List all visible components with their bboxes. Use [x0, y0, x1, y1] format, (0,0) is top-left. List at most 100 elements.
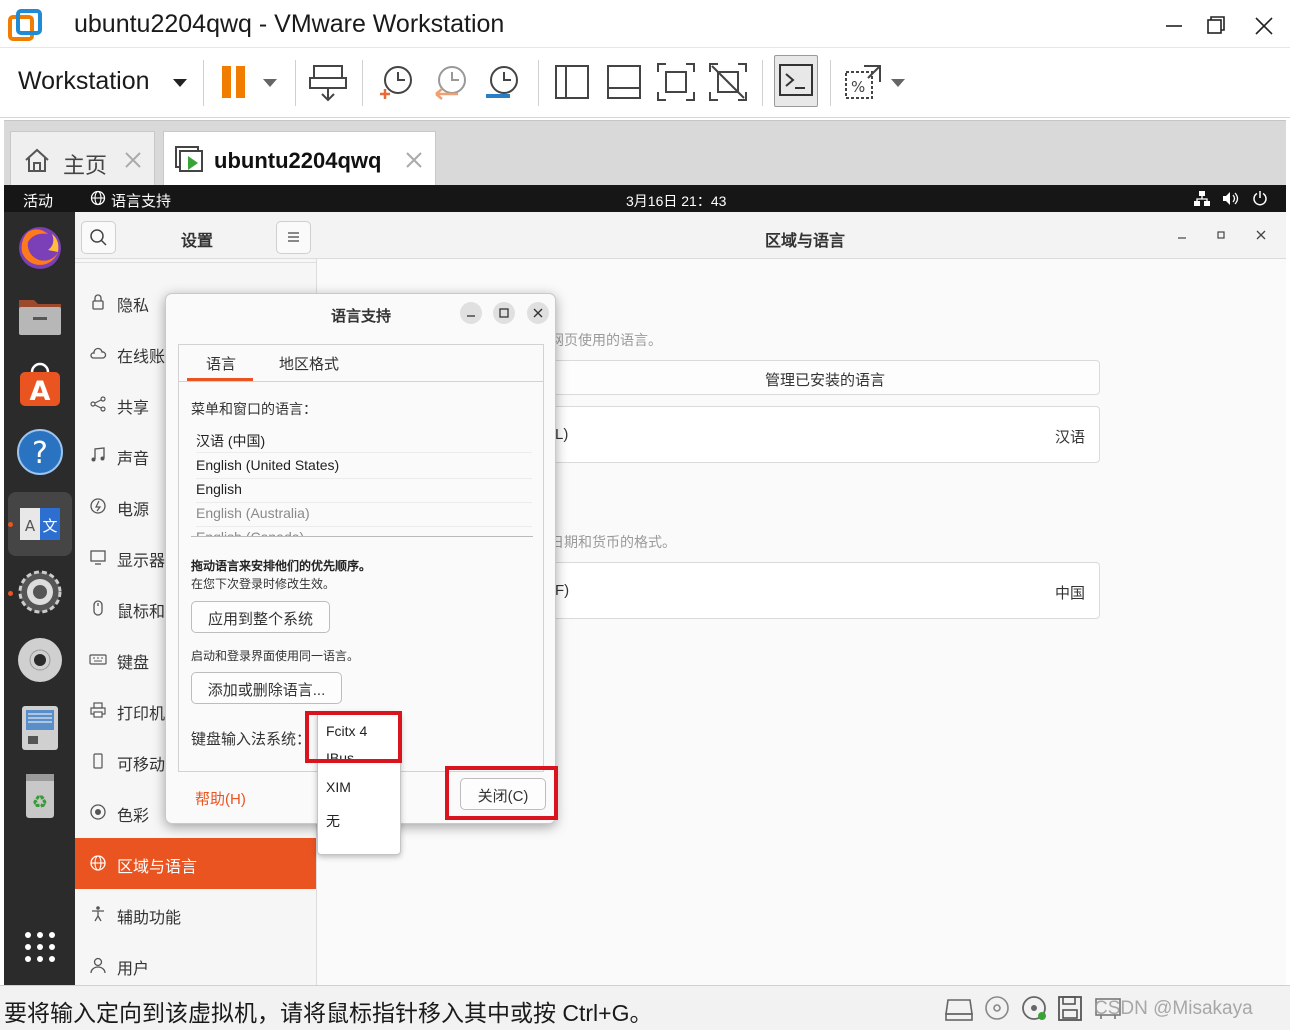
list-item[interactable]: English (United States) [196, 455, 532, 479]
menu-language-label: 菜单和窗口的语言： [191, 401, 317, 417]
cd-icon[interactable] [982, 994, 1012, 1022]
toolbar-divider [830, 60, 831, 106]
toolbar: Workstation % [0, 48, 1290, 118]
dvd-drive-icon[interactable] [1019, 994, 1049, 1022]
list-item[interactable]: 汉语 (中国) [196, 429, 532, 453]
formats-row-label: F) [555, 582, 570, 599]
close-icon[interactable] [527, 302, 549, 324]
send-ctrl-alt-del-icon[interactable] [306, 60, 350, 104]
chevron-down-icon[interactable] [172, 78, 188, 88]
thumbnail-bar-icon[interactable] [602, 60, 646, 104]
volume-icon[interactable] [1222, 191, 1240, 206]
option-none[interactable]: 无 [326, 811, 340, 831]
vm-display[interactable]: 活动 语言支持 3月16日 21：43 A ? A文 ♻ 设置 区域与语言 隐私… [4, 185, 1286, 985]
files-icon[interactable] [14, 290, 66, 342]
revert-snapshot-icon[interactable] [428, 60, 472, 104]
minimize-icon[interactable] [460, 302, 482, 324]
full-screen-icon[interactable] [654, 60, 698, 104]
tab-language[interactable]: 语言 [206, 353, 236, 374]
tab-home[interactable]: 主页 [10, 131, 155, 186]
language-support-icon[interactable]: A文 [14, 498, 66, 550]
console-view-icon[interactable] [774, 55, 818, 107]
help-icon[interactable]: ? [14, 426, 66, 478]
language-row[interactable]: L) 汉语 [550, 406, 1100, 463]
hard-disk-icon[interactable] [944, 994, 974, 1022]
minimize-icon[interactable] [1175, 228, 1189, 242]
drag-hint-sub: 在您下次登录时修改生效。 [191, 577, 336, 591]
toolbar-divider [362, 60, 363, 106]
watermark: CSDN @Misakaya [1094, 998, 1253, 1019]
take-snapshot-icon[interactable] [374, 60, 418, 104]
sidebar-item-label: 隐私 [117, 298, 150, 315]
sidebar-divider [75, 259, 316, 263]
stretch-guest-icon[interactable]: % [842, 60, 886, 104]
dialog-title: 语言支持 [331, 308, 392, 325]
toolbar-divider [762, 60, 763, 106]
show-library-icon[interactable] [550, 60, 594, 104]
language-description: 网页使用的语言。 [550, 332, 662, 348]
sidebar-item-label: 区域与语言 [117, 859, 198, 876]
status-bar: 要将输入定向到该虚拟机，请将鼠标指针移入其中或按 Ctrl+G。 CSDN @M… [0, 985, 1290, 1030]
restore-button[interactable] [1200, 10, 1232, 40]
power-icon [89, 497, 107, 515]
help-button[interactable]: 帮助(H) [195, 788, 246, 809]
list-item[interactable]: English (Canada) [196, 527, 532, 536]
window-title: ubuntu2204qwq - VMware Workstation [74, 10, 505, 38]
show-apps-icon[interactable] [23, 930, 57, 964]
menu-button[interactable] [276, 221, 311, 254]
network-icon[interactable] [1194, 191, 1210, 206]
install-remove-languages-button[interactable]: 添加或删除语言... [191, 672, 342, 704]
drive-icon[interactable] [14, 702, 66, 754]
sidebar-item-users[interactable]: 用户 [75, 940, 316, 985]
sidebar-item-region-language[interactable]: 区域与语言 [75, 838, 316, 889]
close-tab-icon[interactable] [404, 150, 424, 170]
sidebar-item-accessibility[interactable]: 辅助功能 [75, 889, 316, 940]
floppy-icon[interactable] [1055, 994, 1085, 1022]
pause-icon[interactable] [214, 60, 258, 104]
display-icon [89, 548, 107, 566]
music-note-icon [89, 446, 107, 464]
firefox-icon[interactable] [14, 222, 66, 274]
tab-label: 主页 [63, 153, 108, 178]
vm-play-icon [174, 144, 206, 176]
app-menu[interactable]: 语言支持 [111, 190, 171, 211]
ubuntu-top-bar: 活动 语言支持 3月16日 21：43 [4, 185, 1286, 212]
chevron-down-icon[interactable] [262, 78, 278, 88]
activities-button[interactable]: 活动 [23, 190, 53, 211]
toolbar-divider [203, 60, 204, 106]
list-item[interactable]: English (Australia) [196, 503, 532, 527]
chevron-down-icon[interactable] [890, 78, 906, 88]
toolbar-divider [538, 60, 539, 106]
unity-mode-icon[interactable] [706, 60, 750, 104]
tab-vm[interactable]: ubuntu2204qwq [163, 131, 436, 186]
option-xim[interactable]: XIM [326, 779, 351, 795]
list-item[interactable]: English [196, 479, 532, 503]
svg-text:%: % [851, 78, 865, 96]
clock[interactable]: 3月16日 21：43 [626, 191, 726, 211]
sidebar-item-label: 打印机 [117, 706, 166, 723]
dvd-icon[interactable] [14, 634, 66, 686]
snapshot-manager-icon[interactable] [480, 60, 524, 104]
apply-system-wide-button[interactable]: 应用到整个系统 [191, 601, 330, 633]
settings-icon[interactable] [14, 566, 66, 618]
status-message: 要将输入定向到该虚拟机，请将鼠标指针移入其中或按 Ctrl+G。 [4, 1000, 653, 1026]
language-value: 汉语 [1054, 429, 1085, 446]
minimize-button[interactable] [1158, 10, 1190, 40]
title-bar: ubuntu2204qwq - VMware Workstation [0, 0, 1290, 48]
power-icon[interactable] [1252, 190, 1268, 206]
maximize-icon[interactable] [1214, 228, 1228, 242]
search-button[interactable] [81, 221, 116, 254]
workstation-menu[interactable]: Workstation [18, 67, 150, 96]
close-tab-icon[interactable] [123, 150, 143, 170]
software-center-icon[interactable]: A [14, 358, 66, 410]
close-window-button[interactable] [1248, 10, 1280, 40]
maximize-icon[interactable] [493, 302, 515, 324]
close-icon[interactable] [1254, 228, 1268, 242]
formats-row[interactable]: F) 中国 [550, 562, 1100, 619]
formats-value: 中国 [1054, 585, 1085, 602]
sidebar-item-label: 辅助功能 [117, 910, 182, 927]
manage-languages-button[interactable]: 管理已安装的语言 [550, 360, 1100, 395]
svg-text:♻: ♻ [32, 792, 48, 813]
trash-icon[interactable]: ♻ [14, 770, 66, 822]
tab-regional-formats[interactable]: 地区格式 [279, 353, 339, 374]
